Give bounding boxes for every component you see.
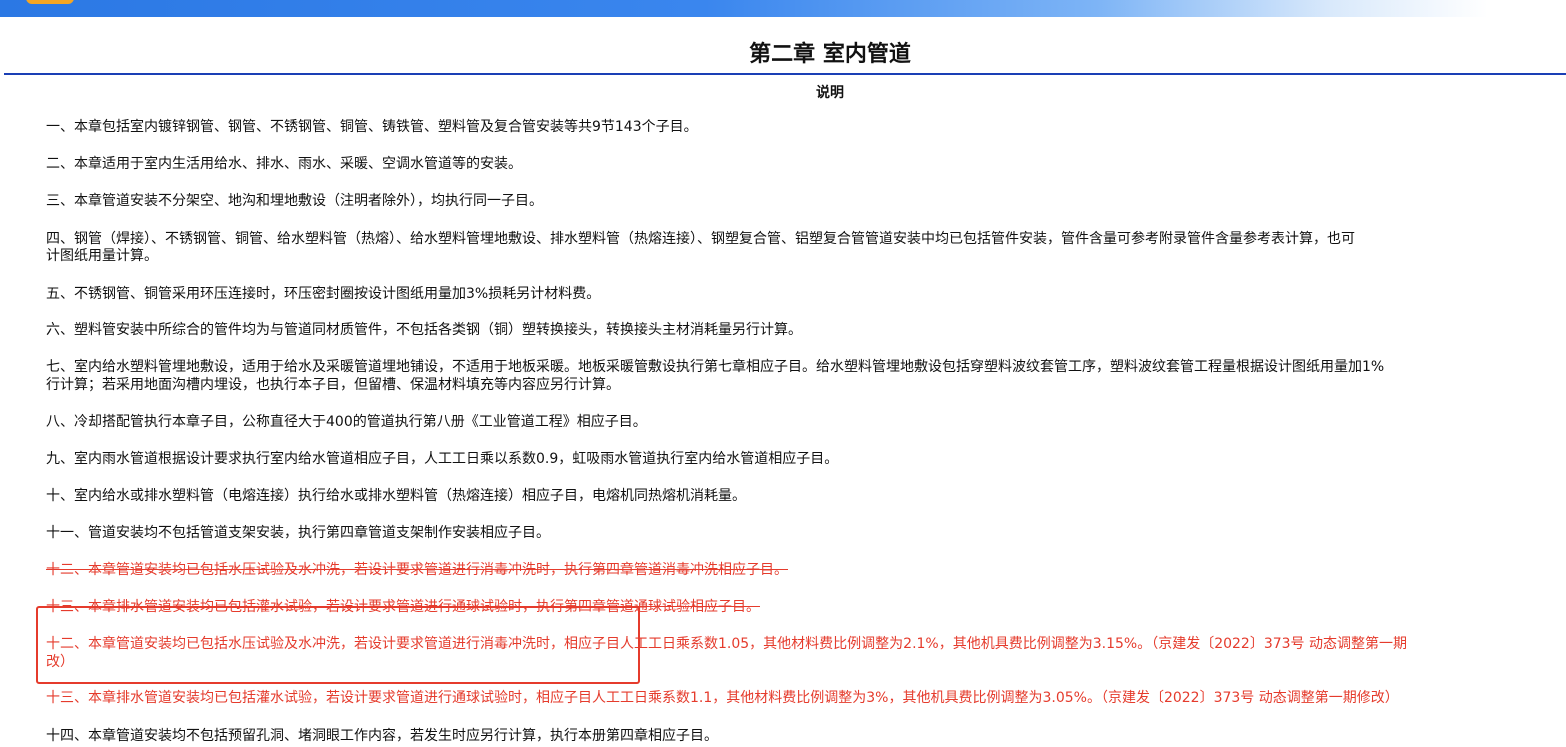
highlight-annotation-box — [36, 606, 640, 684]
paragraph-6: 六、塑料管安装中所综合的管件均为与管道同材质管件，不包括各类钢（铜）塑转换接头，… — [46, 322, 802, 338]
paragraph-13-revised: 十三、本章排水管道安装均已包括灌水试验，若设计要求管道进行通球试验时，相应子目人… — [46, 690, 1399, 706]
banner-button[interactable] — [26, 0, 74, 4]
paragraph-2: 二、本章适用于室内生活用给水、排水、雨水、采暖、空调水管道等的安装。 — [46, 156, 522, 172]
paragraph-14: 十四、本章管道安装均不包括预留孔洞、堵洞眼工作内容，若发生时应另行计算，执行本册… — [46, 728, 718, 744]
title-divider — [4, 73, 1566, 75]
section-subtitle: 说明 — [816, 85, 844, 101]
paragraph-7-cont: 行计算；若采用地面沟槽内埋设，也执行本子目，但留槽、保温材料填充等内容应另行计算… — [46, 377, 620, 393]
paragraph-3: 三、本章管道安装不分架空、地沟和埋地敷设（注明者除外），均执行同一子目。 — [46, 193, 543, 209]
paragraph-9: 九、室内雨水管道根据设计要求执行室内给水管道相应子目，人工工日乘以系数0.9，虹… — [46, 451, 839, 467]
paragraph-4: 四、钢管（焊接）、不锈钢管、铜管、给水塑料管（热熔）、给水塑料管埋地敷设、排水塑… — [46, 231, 1355, 247]
paragraph-8: 八、冷却搭配管执行本章子目，公称直径大于400的管道执行第八册《工业管道工程》相… — [46, 414, 647, 430]
paragraph-11: 十一、管道安装均不包括管道支架安装，执行第四章管道支架制作安装相应子目。 — [46, 525, 550, 541]
paragraph-5: 五、不锈钢管、铜管采用环压连接时，环压密封圈按设计图纸用量加3%损耗另计材料费。 — [46, 286, 601, 302]
paragraph-10: 十、室内给水或排水塑料管（电熔连接）执行给水或排水塑料管（热熔连接）相应子目，电… — [46, 488, 746, 504]
chapter-title: 第二章 室内管道 — [749, 41, 911, 67]
paragraph-7: 七、室内给水塑料管埋地敷设，适用于给水及采暖管道埋地铺设，不适用于地板采暖。地板… — [46, 359, 1385, 375]
paragraph-12-struck: 十二、本章管道安装均已包括水压试验及水冲洗，若设计要求管道进行消毒冲洗时，执行第… — [46, 562, 788, 578]
top-banner — [0, 0, 1566, 17]
paragraph-1: 一、本章包括室内镀锌钢管、钢管、不锈钢管、铜管、铸铁管、塑料管及复合管安装等共9… — [46, 119, 698, 135]
paragraph-4-cont: 计图纸用量计算。 — [46, 248, 158, 264]
